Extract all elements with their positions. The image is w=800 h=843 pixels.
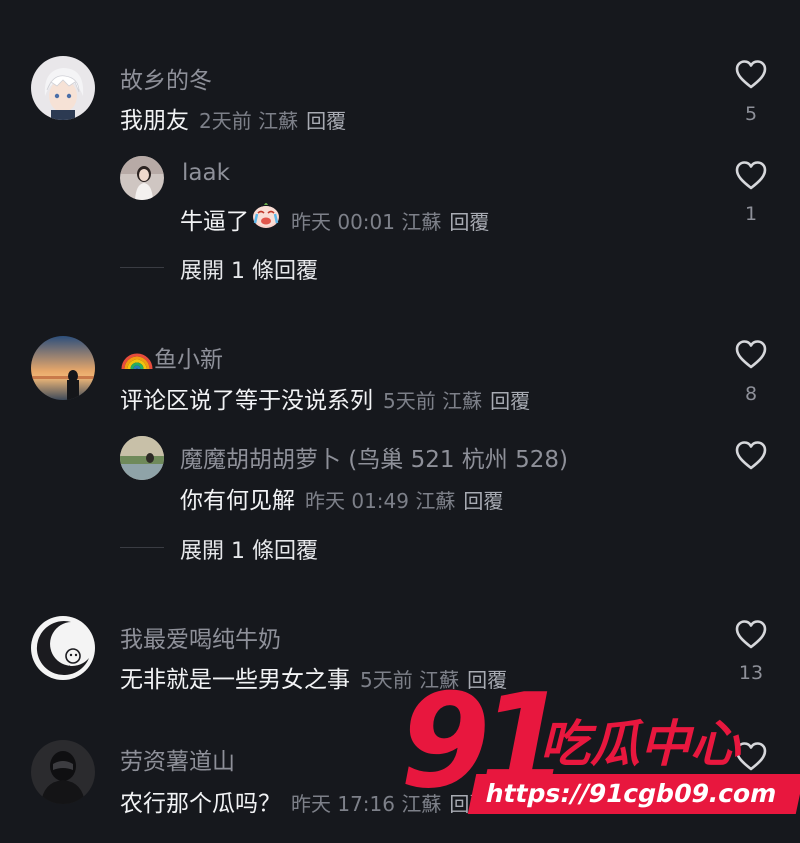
crying-face-emoji <box>253 203 279 228</box>
like-count: 8 <box>744 383 758 405</box>
divider <box>120 267 164 268</box>
username-text: 鱼小新 <box>154 347 223 373</box>
comment-line: 农行那个瓜吗？ 昨天 17:16 江蘇 回覆 <box>120 784 489 818</box>
avatar[interactable] <box>120 156 164 200</box>
avatar[interactable] <box>120 436 164 480</box>
comment-text: 无非就是一些男女之事 <box>120 667 350 693</box>
avatar[interactable] <box>31 336 95 400</box>
comment-meta: 昨天 00:01 江蘇 <box>291 210 442 234</box>
avatar[interactable] <box>31 616 95 680</box>
comment-meta: 5天前 江蘇 <box>360 668 460 692</box>
heart-icon <box>735 742 767 771</box>
comment-meta: 2天前 江蘇 <box>199 109 299 133</box>
comment-meta: 昨天 17:16 江蘇 <box>291 792 442 816</box>
rainbow-emoji <box>121 353 153 370</box>
divider <box>120 547 164 548</box>
reply-button[interactable]: 回覆 <box>467 664 507 693</box>
reply-button[interactable]: 回覆 <box>306 105 346 134</box>
comment-text: 评论区说了等于没说系列 <box>120 388 373 414</box>
like-button[interactable] <box>734 58 768 90</box>
like-button[interactable] <box>734 740 768 772</box>
username[interactable]: 鱼小新 <box>120 340 223 374</box>
expand-replies-button[interactable]: 展開 1 條回覆 <box>180 253 318 285</box>
heart-icon <box>735 161 767 190</box>
comment-line: 无非就是一些男女之事 5天前 江蘇 回覆 <box>120 660 507 694</box>
username[interactable]: 劳资薯道山 <box>120 742 235 776</box>
username[interactable]: laak <box>182 160 230 186</box>
reply-button[interactable]: 回覆 <box>449 788 489 817</box>
username[interactable]: 魔魔胡胡胡萝卜 (鸟巢 521 杭州 528) <box>180 440 568 474</box>
like-count: 5 <box>744 103 758 125</box>
reply-button[interactable]: 回覆 <box>463 485 503 514</box>
heart-icon <box>735 441 767 470</box>
watermark-url: https://91cgb09.com <box>467 774 800 814</box>
like-count: 1 <box>744 203 758 225</box>
username[interactable]: 我最爱喝纯牛奶 <box>120 620 281 654</box>
comment-section: 故乡的冬 我朋友 2天前 江蘇 回覆 5 laak 牛逼了 昨天 00:01 江… <box>0 0 800 843</box>
comment-meta: 昨天 01:49 江蘇 <box>305 489 456 513</box>
comment-text: 牛逼了 <box>180 209 249 235</box>
comment-text: 农行那个瓜吗？ <box>120 791 281 817</box>
comment-text: 你有何见解 <box>180 488 295 514</box>
heart-icon <box>735 620 767 649</box>
comment-line: 我朋友 2天前 江蘇 回覆 <box>120 101 346 135</box>
reply-button[interactable]: 回覆 <box>490 385 530 414</box>
like-button[interactable] <box>734 439 768 471</box>
like-button[interactable] <box>734 159 768 191</box>
comment-meta: 5天前 江蘇 <box>383 389 483 413</box>
comment-text: 我朋友 <box>120 108 189 134</box>
heart-icon <box>735 340 767 369</box>
avatar[interactable] <box>31 740 95 804</box>
like-button[interactable] <box>734 338 768 370</box>
expand-replies-button[interactable]: 展開 1 條回覆 <box>180 533 318 565</box>
comment-line: 牛逼了 昨天 00:01 江蘇 回覆 <box>180 201 489 236</box>
avatar[interactable] <box>31 56 95 120</box>
watermark-brand: 吃瓜中心 <box>540 715 740 773</box>
like-button[interactable] <box>734 618 768 650</box>
comment-line: 评论区说了等于没说系列 5天前 江蘇 回覆 <box>120 381 530 415</box>
reply-button[interactable]: 回覆 <box>449 206 489 235</box>
heart-icon <box>735 60 767 89</box>
like-count: 13 <box>738 662 764 684</box>
username[interactable]: 故乡的冬 <box>120 61 212 95</box>
comment-line: 你有何见解 昨天 01:49 江蘇 回覆 <box>180 481 503 515</box>
